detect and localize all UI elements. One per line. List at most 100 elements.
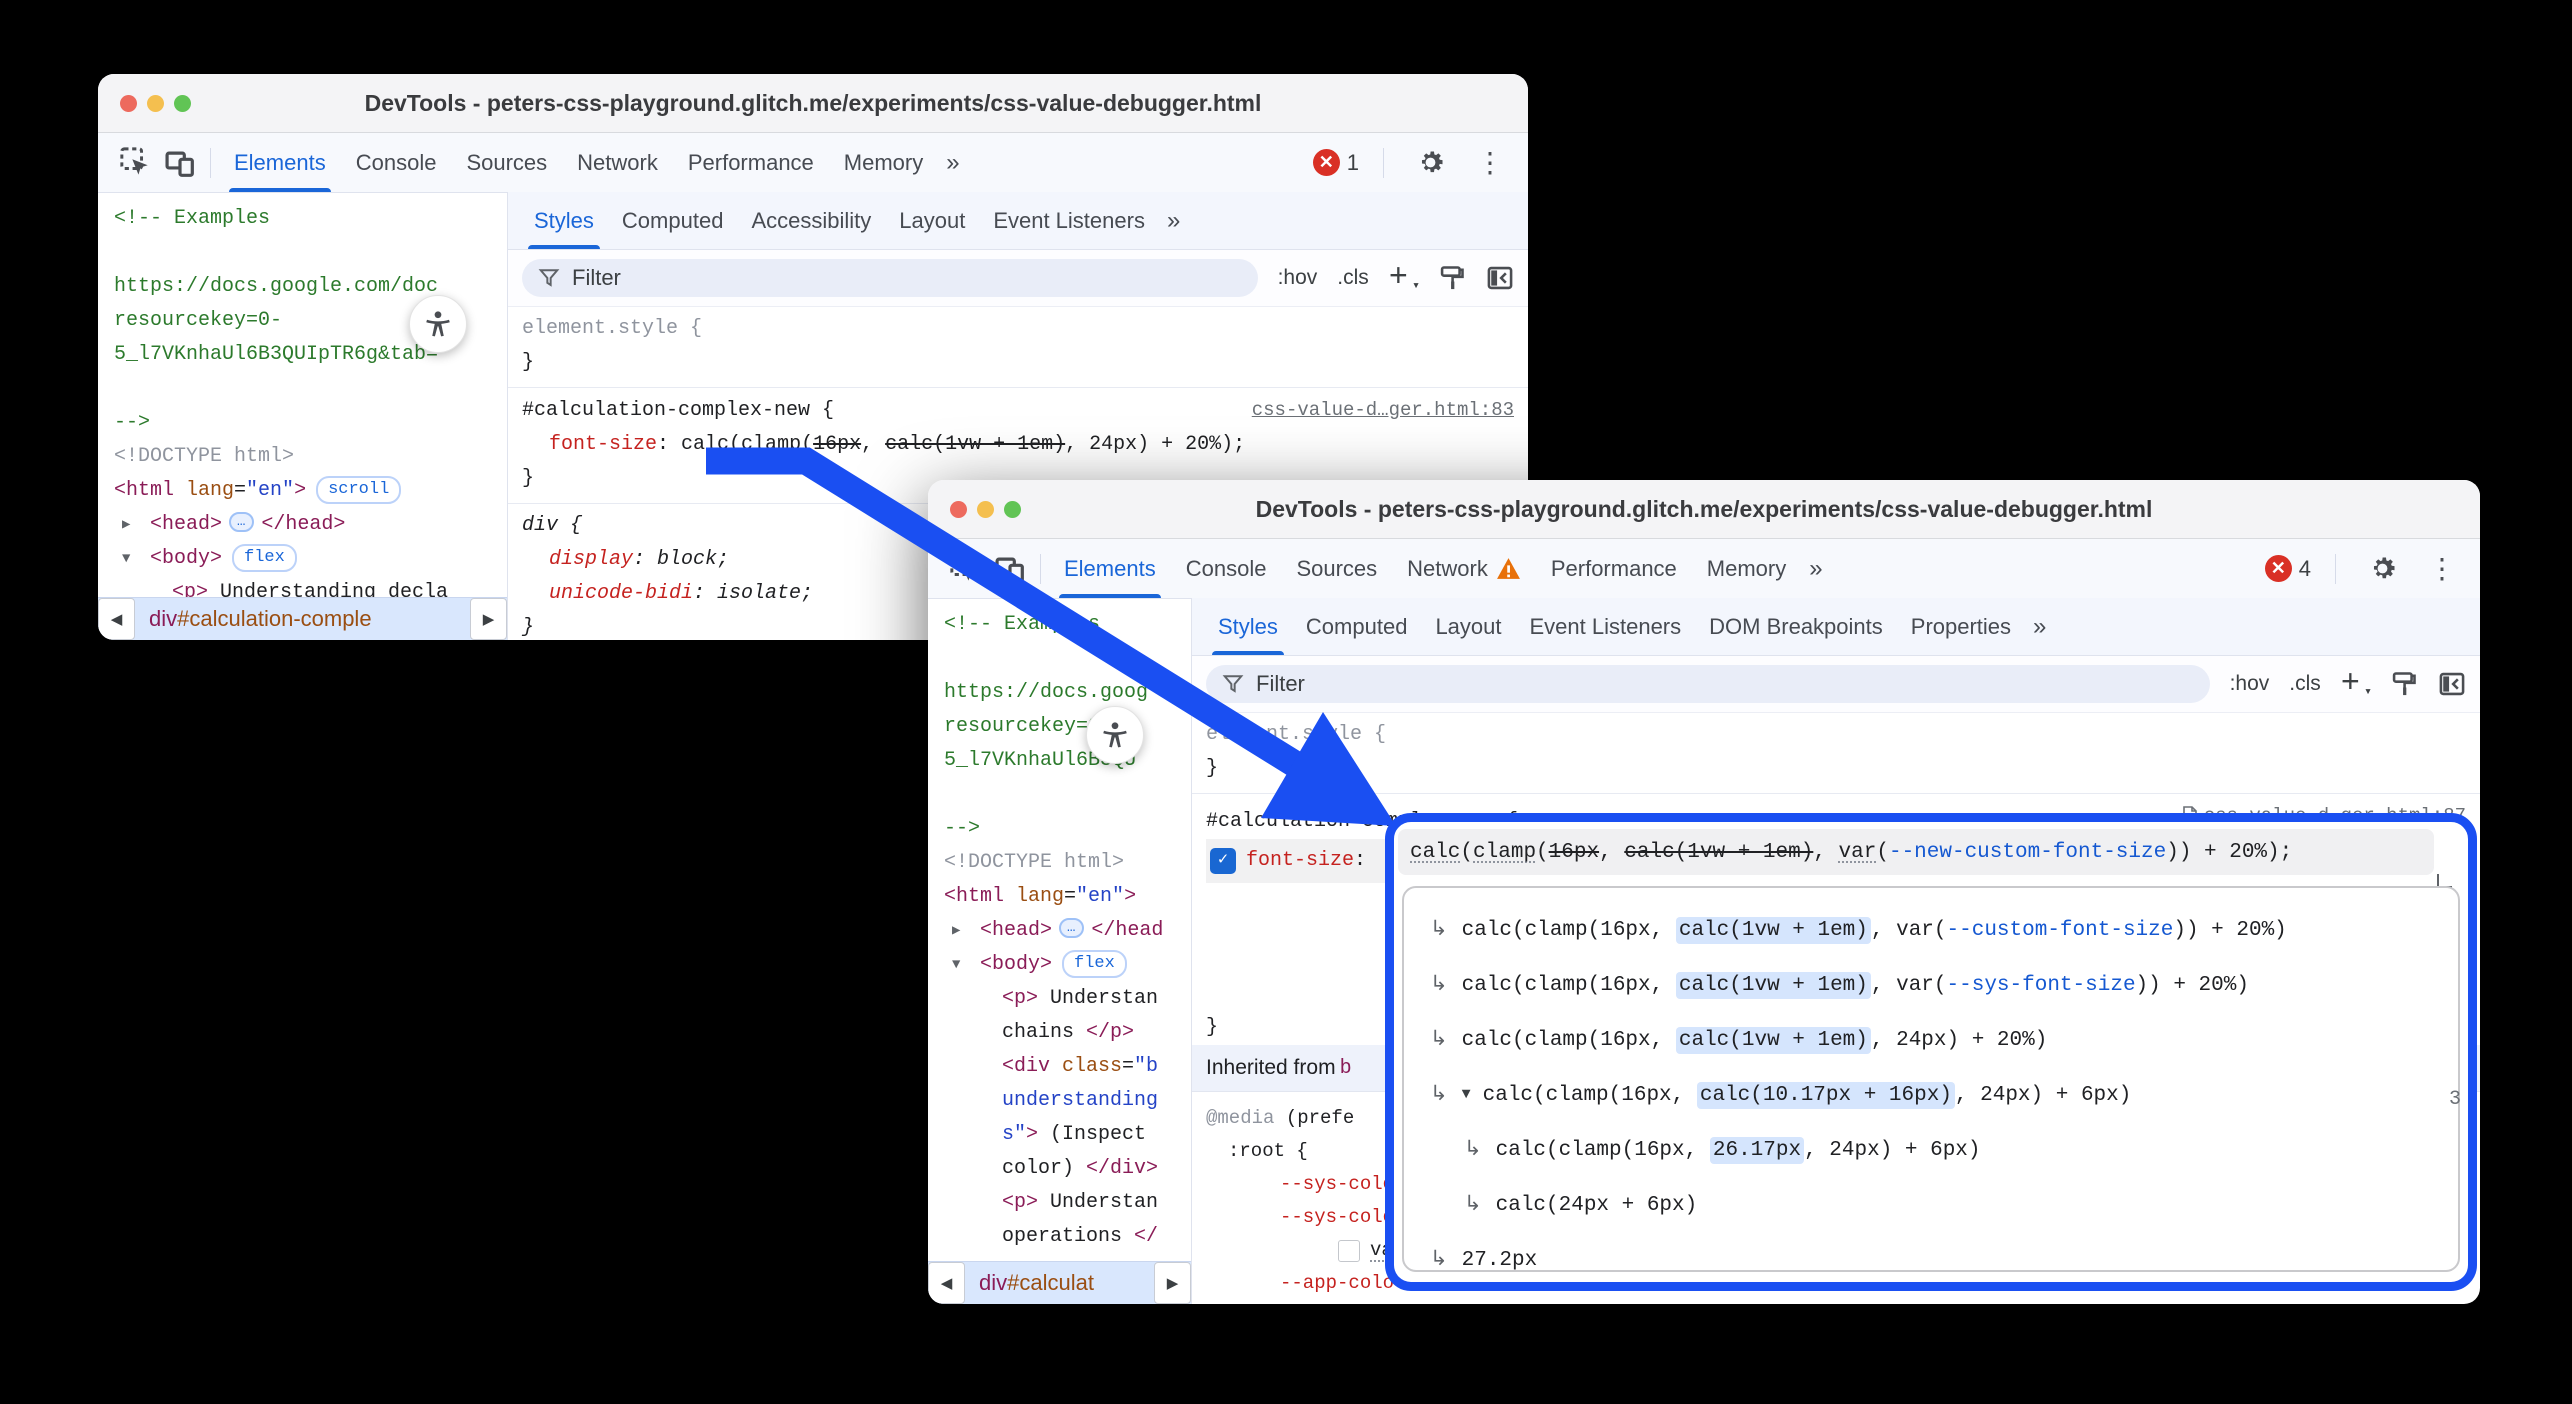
error-badge[interactable]: ✕ 1 — [1313, 149, 1359, 176]
collapse-arrow-icon[interactable]: ▼ — [122, 542, 150, 576]
tree-node[interactable]: <p> Understan — [944, 1186, 1191, 1220]
breadcrumb-forward-button[interactable]: ▶ — [1154, 1262, 1191, 1304]
tab-network[interactable]: Network — [562, 133, 673, 192]
new-style-rule-icon[interactable]: + — [2341, 674, 2370, 694]
tree-node[interactable]: --> — [944, 812, 1191, 846]
tree-node[interactable]: resourcekey=0- — [944, 710, 1191, 744]
tab-memory[interactable]: Memory — [1692, 539, 1801, 598]
sidebar-tab-event-listeners[interactable]: Event Listeners — [979, 192, 1159, 249]
collapse-arrow-icon[interactable]: ▼ — [952, 948, 980, 982]
kebab-menu-icon[interactable]: ⋮ — [2420, 547, 2464, 591]
tab-elements[interactable]: Elements — [1049, 539, 1171, 598]
tree-node[interactable]: operations </ — [944, 1220, 1191, 1254]
tab-network[interactable]: Network — [1392, 539, 1536, 598]
tree-node[interactable]: ▶<head>…</head> — [114, 508, 507, 542]
tab-memory[interactable]: Memory — [829, 133, 938, 192]
tree-node[interactable]: 5_l7VKnhaUl6B3QU — [944, 744, 1191, 778]
toggle-class-editor[interactable]: .cls — [2289, 672, 2321, 696]
sidebar-tab-styles[interactable]: Styles — [520, 192, 608, 249]
tree-node[interactable]: chains </p> — [944, 1016, 1191, 1050]
zoom-button[interactable] — [1004, 501, 1021, 518]
collapsed-children-icon[interactable]: … — [1059, 918, 1084, 938]
device-toolbar-icon[interactable] — [158, 141, 202, 185]
breadcrumb[interactable]: div#calculation-comple — [135, 598, 470, 640]
source-link[interactable]: css-value-d…ger.html:83 — [1252, 393, 1514, 427]
tab-performance[interactable]: Performance — [1536, 539, 1692, 598]
filter-input[interactable]: Filter — [522, 259, 1258, 297]
tree-node[interactable]: ▼<body>flex — [944, 948, 1191, 982]
tab-console[interactable]: Console — [341, 133, 452, 192]
declaration-checkbox[interactable] — [1338, 1240, 1360, 1262]
css-declaration[interactable]: --custom-font-size: var(--sys-font-size)… — [1206, 1300, 2480, 1304]
css-value-editor[interactable]: calc(clamp(16px, calc(1vw + 1em), var(--… — [1398, 829, 2434, 875]
declaration-checkbox[interactable]: ✓ — [1210, 848, 1236, 874]
accessibility-button[interactable] — [1086, 706, 1144, 764]
layout-badge[interactable]: flex — [1062, 950, 1127, 978]
settings-gear-icon[interactable] — [2360, 547, 2404, 591]
tab-elements[interactable]: Elements — [219, 133, 341, 192]
inspect-element-icon[interactable] — [944, 547, 988, 591]
element-style-section[interactable]: element.style { } — [1192, 713, 2480, 794]
sidebar-tab-properties[interactable]: Properties — [1897, 598, 2025, 655]
tree-node[interactable]: ▶<head>…</head — [944, 914, 1191, 948]
collapse-arrow-icon[interactable]: ▼ — [1462, 1086, 1471, 1103]
sidebar-tab-styles[interactable]: Styles — [1204, 598, 1292, 655]
sidebar-tab-dom-breakpoints[interactable]: DOM Breakpoints — [1695, 598, 1897, 655]
minimize-button[interactable] — [147, 95, 164, 112]
close-button[interactable] — [120, 95, 137, 112]
toggle-hover-state[interactable]: :hov — [2230, 672, 2270, 696]
dock-side-icon[interactable] — [1486, 264, 1514, 292]
tree-node[interactable]: <!DOCTYPE html> — [114, 440, 507, 474]
breadcrumb-back-button[interactable]: ◀ — [98, 598, 135, 640]
expand-arrow-icon[interactable]: ▶ — [952, 914, 980, 948]
device-toolbar-icon[interactable] — [988, 547, 1032, 591]
tab-console[interactable]: Console — [1171, 539, 1282, 598]
collapsed-children-icon[interactable]: … — [229, 512, 254, 532]
breadcrumb-forward-button[interactable]: ▶ — [470, 598, 507, 640]
sidebar-tab-event-listeners[interactable]: Event Listeners — [1516, 598, 1696, 655]
toggle-hover-state[interactable]: :hov — [1278, 266, 1318, 290]
more-tabs-icon[interactable]: » — [2025, 613, 2052, 641]
tree-node[interactable]: <p> Understan — [944, 982, 1191, 1016]
tab-sources[interactable]: Sources — [451, 133, 562, 192]
tree-node[interactable]: <!-- Examples — [944, 608, 1191, 642]
more-tabs-icon[interactable]: » — [1159, 207, 1186, 235]
sidebar-tab-computed[interactable]: Computed — [608, 192, 738, 249]
element-style-section[interactable]: element.style { } — [508, 307, 1528, 388]
breadcrumb[interactable]: div#calculat — [965, 1262, 1154, 1304]
css-declaration[interactable]: font-size: calc(clamp(16px, calc(1vw + 1… — [522, 428, 1514, 462]
layout-badge[interactable]: scroll — [316, 476, 401, 504]
tab-performance[interactable]: Performance — [673, 133, 829, 192]
paint-roller-icon[interactable] — [1438, 264, 1466, 292]
tree-node[interactable]: color) </div> — [944, 1152, 1191, 1186]
breadcrumb-back-button[interactable]: ◀ — [928, 1262, 965, 1304]
layout-badge[interactable]: flex — [232, 544, 297, 572]
tree-node[interactable]: <div class="b — [944, 1050, 1191, 1084]
toggle-class-editor[interactable]: .cls — [1337, 266, 1369, 290]
filter-input[interactable]: Filter — [1206, 665, 2210, 703]
css-selector[interactable]: #calculation-complex-new { — [522, 394, 834, 428]
tree-node[interactable]: s"> (Inspect — [944, 1118, 1191, 1152]
tree-node[interactable]: https://docs.goog — [944, 676, 1191, 710]
kebab-menu-icon[interactable]: ⋮ — [1468, 141, 1512, 185]
accessibility-button[interactable] — [409, 295, 467, 353]
tree-node[interactable]: <!-- Examples — [114, 202, 507, 236]
sidebar-tab-layout[interactable]: Layout — [1421, 598, 1515, 655]
sidebar-tab-layout[interactable]: Layout — [885, 192, 979, 249]
tree-node[interactable]: ▼<body>flex — [114, 542, 507, 576]
tree-node[interactable]: --> — [114, 406, 507, 440]
tree-node[interactable]: <html lang="en"> — [944, 880, 1191, 914]
tab-sources[interactable]: Sources — [1281, 539, 1392, 598]
error-badge[interactable]: ✕ 4 — [2265, 555, 2311, 582]
new-style-rule-icon[interactable]: + — [1389, 268, 1418, 288]
zoom-button[interactable] — [174, 95, 191, 112]
minimize-button[interactable] — [977, 501, 994, 518]
inspect-element-icon[interactable] — [114, 141, 158, 185]
close-button[interactable] — [950, 501, 967, 518]
sidebar-tab-accessibility[interactable]: Accessibility — [737, 192, 885, 249]
sidebar-tab-computed[interactable]: Computed — [1292, 598, 1422, 655]
tree-node[interactable]: <html lang="en">scroll — [114, 474, 507, 508]
more-tabs-icon[interactable]: » — [938, 149, 965, 177]
settings-gear-icon[interactable] — [1408, 141, 1452, 185]
tree-node[interactable]: understanding — [944, 1084, 1191, 1118]
